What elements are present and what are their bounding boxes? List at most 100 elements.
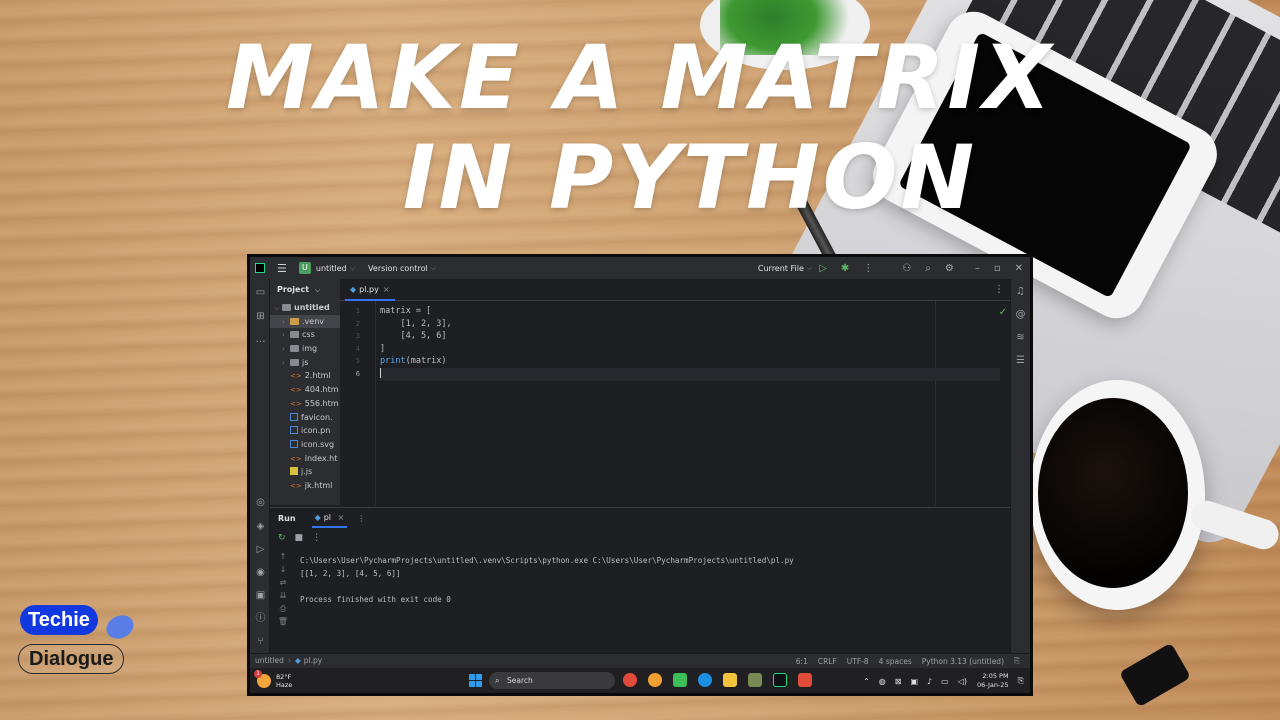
tree-item[interactable]: <> index.ht bbox=[270, 452, 340, 466]
console-output[interactable]: C:\Users\User\PycharmProjects\untitled\.… bbox=[300, 554, 794, 606]
run-icon[interactable]: ▷ bbox=[819, 263, 827, 274]
structure-list-icon[interactable]: ☰ bbox=[1015, 355, 1026, 366]
chrome-icon[interactable] bbox=[623, 673, 637, 687]
camtasia-icon[interactable] bbox=[673, 673, 687, 687]
lock-icon[interactable]: ⎘ bbox=[1014, 656, 1020, 666]
microphone-icon[interactable]: ♪ bbox=[927, 677, 932, 686]
clock[interactable]: 2:05 PM 06-Jan-25 bbox=[977, 672, 1009, 690]
add-user-icon[interactable]: ⚇ bbox=[902, 263, 911, 274]
minimize-icon[interactable]: – bbox=[975, 263, 980, 274]
python-packages-icon[interactable]: ◎ bbox=[255, 497, 266, 508]
problems-icon[interactable]: ⓘ bbox=[255, 613, 266, 624]
notification-center-icon[interactable]: ⎘ bbox=[1018, 676, 1024, 686]
folder-icon[interactable]: ▭ bbox=[255, 287, 266, 298]
windows-start-icon[interactable] bbox=[469, 674, 482, 687]
layers-icon[interactable]: ◈ bbox=[255, 521, 266, 532]
project-selector[interactable]: untitled ⌵ bbox=[311, 257, 355, 279]
caret-position[interactable]: 6:1 bbox=[796, 657, 808, 666]
tree-item[interactable]: <> 556.htm bbox=[270, 397, 340, 411]
structure-icon[interactable]: ⊞ bbox=[255, 311, 266, 322]
stop-icon[interactable]: ■ bbox=[295, 533, 304, 543]
recorder-icon[interactable] bbox=[798, 673, 812, 687]
breadcrumb-file[interactable]: pl.py bbox=[304, 656, 322, 665]
git-icon[interactable]: ⑂ bbox=[255, 636, 266, 647]
tree-item[interactable]: › js bbox=[270, 356, 340, 370]
tree-root[interactable]: ⌵ untitled bbox=[270, 301, 340, 315]
database-icon[interactable]: ≋ bbox=[1015, 332, 1026, 343]
code-area[interactable]: matrix = [ [1, 2, 3], [4, 5, 6]] print(ma… bbox=[380, 305, 1000, 381]
file-explorer-icon[interactable] bbox=[723, 673, 737, 687]
chrome-profile-icon[interactable] bbox=[648, 673, 662, 687]
network-icon[interactable]: ▭ bbox=[941, 677, 949, 686]
code-line[interactable]: [1, 2, 3], bbox=[380, 318, 1000, 331]
indent-setting[interactable]: 4 spaces bbox=[879, 657, 912, 666]
code-line[interactable]: [4, 5, 6] bbox=[380, 330, 1000, 343]
file-encoding[interactable]: UTF-8 bbox=[847, 657, 869, 666]
debug-icon[interactable]: ✱ bbox=[841, 263, 849, 274]
text-caret bbox=[380, 367, 381, 378]
tree-item[interactable]: <> jk.html bbox=[270, 479, 340, 493]
project-panel-header[interactable]: Project ⌵ bbox=[270, 279, 340, 301]
ai-assistant-icon[interactable]: @ bbox=[1015, 309, 1026, 320]
trash-icon[interactable]: 🗑 bbox=[276, 617, 290, 630]
close-tab-icon[interactable]: × bbox=[383, 285, 390, 294]
scroll-end-icon[interactable]: ⇊ bbox=[276, 591, 290, 604]
tree-item-label: index.ht bbox=[304, 453, 338, 463]
tree-item[interactable]: › css bbox=[270, 328, 340, 342]
code-line[interactable] bbox=[380, 367, 1000, 381]
weather-icon[interactable]: 1 bbox=[254, 669, 271, 688]
weather-temp: 82°F bbox=[276, 672, 292, 681]
code-line[interactable]: ] bbox=[380, 343, 1000, 356]
notifications-icon[interactable]: ♫ bbox=[1015, 286, 1026, 297]
settings-icon[interactable]: ⚙ bbox=[945, 263, 954, 274]
breadcrumb-project[interactable]: untitled bbox=[255, 656, 284, 665]
tray-app-icon[interactable]: ◍ bbox=[879, 677, 886, 686]
skype-icon[interactable] bbox=[698, 673, 712, 687]
code-line[interactable]: print(matrix) bbox=[380, 355, 1000, 368]
chevron-up-icon[interactable]: ⌃ bbox=[863, 677, 870, 686]
soft-wrap-icon[interactable]: ⇌ bbox=[276, 578, 290, 591]
main-menu-icon[interactable]: ☰ bbox=[277, 262, 287, 275]
editor-tab-pl-py[interactable]: ◆ pl.py × bbox=[345, 279, 395, 301]
tree-item[interactable]: <> 404.htm bbox=[270, 383, 340, 397]
pycharm-taskbar-icon[interactable] bbox=[773, 673, 787, 687]
run-tool-icon[interactable]: ▷ bbox=[255, 544, 266, 555]
up-arrow-icon[interactable]: ↑ bbox=[276, 552, 290, 565]
vcs-selector[interactable]: Version control ⌵ bbox=[363, 257, 436, 279]
close-tab-icon[interactable]: × bbox=[338, 513, 345, 522]
down-arrow-icon[interactable]: ↓ bbox=[276, 565, 290, 578]
editor-options-icon[interactable]: ⋮ bbox=[994, 284, 1004, 295]
tree-item[interactable]: icon.pn bbox=[270, 424, 340, 438]
run-options-icon[interactable]: ⋮ bbox=[357, 514, 365, 523]
run-config-label: Current File bbox=[757, 263, 804, 273]
tree-item[interactable]: j.js bbox=[270, 465, 340, 479]
rerun-icon[interactable]: ↻ bbox=[278, 533, 286, 543]
volume-icon[interactable]: ◁) bbox=[958, 677, 967, 686]
run-more-icon[interactable]: ⋮ bbox=[312, 533, 321, 543]
run-config-selector[interactable]: Current File ⌵ bbox=[753, 257, 812, 279]
line-ending[interactable]: CRLF bbox=[818, 657, 837, 666]
tree-item[interactable]: › img bbox=[270, 342, 340, 356]
taskbar-search[interactable]: ⌕ Search bbox=[489, 672, 615, 689]
media-app-icon[interactable] bbox=[748, 673, 762, 687]
run-tab-pl[interactable]: ◆ pl × bbox=[311, 508, 348, 528]
more-icon[interactable]: ⋮ bbox=[863, 263, 873, 274]
tree-item[interactable]: <> 2.html bbox=[270, 369, 340, 383]
weather-widget[interactable]: 82°F Haze bbox=[276, 673, 292, 689]
tree-item[interactable]: favicon. bbox=[270, 411, 340, 425]
inspection-ok-icon[interactable]: ✓ bbox=[999, 307, 1007, 318]
print-icon[interactable]: ⎙ bbox=[276, 604, 290, 617]
restore-icon[interactable]: ▫ bbox=[994, 263, 1001, 274]
terminal-icon[interactable]: ▣ bbox=[255, 590, 266, 601]
interpreter[interactable]: Python 3.13 (untitled) bbox=[922, 657, 1004, 666]
services-icon[interactable]: ◉ bbox=[255, 567, 266, 578]
search-icon[interactable]: ⌕ bbox=[925, 263, 931, 274]
tray-app2-icon[interactable]: ⊠ bbox=[895, 677, 902, 686]
code-line[interactable]: matrix = [ bbox=[380, 305, 1000, 318]
code-editor[interactable]: ◆ pl.py × ⋮ 1 2 3 4 5 6 matrix = [ [1, 2, 3], [… bbox=[340, 279, 1010, 505]
tree-item[interactable]: icon.svg bbox=[270, 438, 340, 452]
close-icon[interactable]: ✕ bbox=[1015, 263, 1023, 274]
tray-app3-icon[interactable]: ▣ bbox=[910, 677, 918, 686]
more-tools-icon[interactable]: … bbox=[255, 334, 266, 345]
tree-item[interactable]: › .venv bbox=[270, 314, 340, 329]
